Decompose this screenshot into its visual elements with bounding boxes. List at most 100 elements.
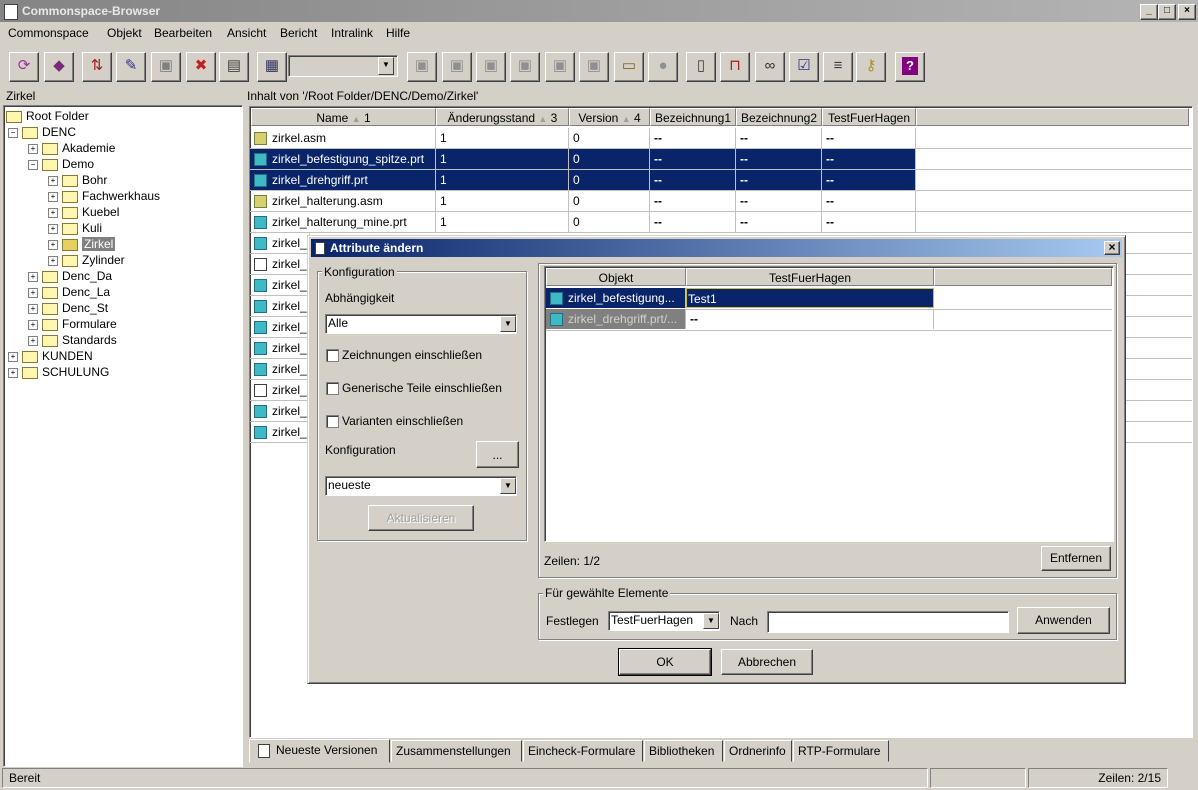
tree-node-demo[interactable]: − Demo	[28, 156, 94, 172]
table-row[interactable]: zirkel.asm 1 0 -- -- --	[250, 128, 1192, 149]
entfernen-button[interactable]: Entfernen	[1041, 546, 1111, 571]
checklist-icon[interactable]: ☑	[789, 52, 819, 82]
zeichnungen-checkbox[interactable]	[326, 349, 339, 362]
value-cell-editing[interactable]: Test1	[686, 288, 934, 308]
tree-node-standards[interactable]: + Standards	[28, 332, 117, 348]
tree-node-formulare[interactable]: + Formulare	[28, 316, 117, 332]
tree-node-kuebel[interactable]: + Kuebel	[48, 204, 119, 220]
tree-node-zylinder[interactable]: + Zylinder	[48, 252, 125, 268]
delete-icon[interactable]: ✖	[186, 52, 216, 82]
abhaengigkeit-select[interactable]: Alle	[325, 314, 517, 334]
binoculars-icon[interactable]: ∞	[755, 52, 785, 82]
close-button[interactable]: ×	[1178, 4, 1196, 20]
expand-icon[interactable]: +	[28, 335, 38, 346]
tree-node-zirkel[interactable]: + Zirkel	[48, 236, 116, 252]
collapse-icon[interactable]: −	[8, 127, 18, 138]
col-header-aenderungsstand[interactable]: Änderungsstand ▲ 3	[436, 108, 569, 126]
col-header-objekt[interactable]: Objekt	[546, 268, 686, 286]
col-header-bezeichnung2[interactable]: Bezeichnung2	[736, 108, 822, 126]
document-icon[interactable]: ▯	[686, 52, 716, 82]
tree-node-denc[interactable]: − DENC	[8, 124, 76, 140]
properties-icon[interactable]: ▤	[219, 52, 249, 82]
col-header-testfuerhagen[interactable]: TestFuerHagen	[822, 108, 916, 126]
minimize-button[interactable]: _	[1140, 4, 1158, 20]
tree-node-bohr[interactable]: + Bohr	[48, 172, 107, 188]
tab-neueste-versionen[interactable]: Neueste Versionen	[249, 739, 390, 763]
expand-icon[interactable]: +	[8, 351, 18, 362]
generische-teile-checkbox[interactable]	[326, 382, 339, 395]
expand-icon[interactable]: +	[48, 207, 58, 218]
expand-icon[interactable]: +	[28, 319, 38, 330]
table-row[interactable]: zirkel_halterung.asm 1 0 -- -- --	[250, 191, 1192, 212]
ok-button[interactable]: OK	[618, 648, 712, 676]
expand-icon[interactable]: +	[28, 287, 38, 298]
expand-icon[interactable]: +	[28, 143, 38, 154]
expand-icon[interactable]: +	[48, 175, 58, 186]
konfiguration-browse-button[interactable]: ...	[476, 441, 519, 468]
list-icon[interactable]: ≡	[823, 52, 853, 82]
edit-icon[interactable]: ✎	[116, 52, 146, 82]
nach-input[interactable]	[767, 611, 1009, 633]
sort-asc-icon: ▲	[351, 114, 361, 124]
tab-bibliotheken[interactable]: Bibliotheken	[644, 740, 723, 762]
collapse-icon[interactable]: −	[28, 159, 38, 170]
tree-node-kunden[interactable]: + KUNDEN	[8, 348, 93, 364]
col-header-bezeichnung1[interactable]: Bezeichnung1	[650, 108, 736, 126]
chevron-down-icon[interactable]: ▼	[500, 478, 516, 494]
tree-node-schulung[interactable]: + SCHULUNG	[8, 364, 109, 380]
folder-window-icon[interactable]: ▭	[614, 52, 644, 82]
maximize-button[interactable]: □	[1158, 4, 1176, 20]
expand-icon[interactable]: +	[8, 367, 18, 378]
chair-icon[interactable]: ⊓	[720, 52, 750, 82]
dialog-close-button[interactable]: ×	[1104, 241, 1120, 255]
expand-icon[interactable]: +	[28, 303, 38, 314]
tab-zusammenstellungen[interactable]: Zusammenstellungen	[391, 740, 522, 762]
col-header-testfuerhagen[interactable]: TestFuerHagen	[686, 268, 934, 286]
tab-ordnerinfo[interactable]: Ordnerinfo	[724, 740, 792, 762]
tree-node-denc-st[interactable]: + Denc_St	[28, 300, 108, 316]
anwenden-button[interactable]: Anwenden	[1017, 607, 1110, 634]
tree-node-akademie[interactable]: + Akademie	[28, 140, 115, 156]
part-icon	[254, 237, 267, 251]
table-row[interactable]: zirkel_befestigung_spitze.prt 1 0 -- -- …	[250, 149, 1192, 170]
tab-rtp-formulare[interactable]: RTP-Formulare	[793, 740, 889, 762]
key-icon[interactable]: ⚷	[856, 52, 886, 82]
col-header-name[interactable]: Name ▲ 1	[251, 108, 436, 126]
aktualisieren-button[interactable]: Aktualisieren	[368, 505, 474, 531]
table-icon[interactable]: ▦	[257, 52, 287, 82]
konfiguration-select[interactable]: neueste	[325, 476, 517, 496]
book-icon[interactable]: ◆	[44, 52, 74, 82]
table-row[interactable]: zirkel_befestigung... Test1	[546, 288, 1112, 310]
menu-hilfe[interactable]: Hilfe	[386, 26, 410, 40]
tree-node-fachwerkhaus[interactable]: + Fachwerkhaus	[48, 188, 160, 204]
menu-commonspace[interactable]: Commonspace	[8, 26, 89, 40]
copy-icon[interactable]: ▣	[151, 52, 181, 82]
expand-icon[interactable]: +	[48, 239, 58, 250]
menu-bericht[interactable]: Bericht	[280, 26, 317, 40]
help-icon[interactable]: ?	[895, 52, 925, 82]
table-row[interactable]: zirkel_drehgriff.prt 1 0 -- -- --	[250, 170, 1192, 191]
col-header-version[interactable]: Version ▲ 4	[569, 108, 650, 126]
chevron-down-icon[interactable]: ▼	[500, 316, 516, 332]
tree-node-kuli[interactable]: + Kuli	[48, 220, 102, 236]
tree-node-root[interactable]: Root Folder	[6, 108, 89, 124]
tab-eincheck-formulare[interactable]: Eincheck-Formulare	[523, 740, 643, 762]
menu-intralink[interactable]: Intralink	[331, 26, 373, 40]
menu-ansicht[interactable]: Ansicht	[227, 26, 266, 40]
expand-icon[interactable]: +	[48, 255, 58, 266]
table-row[interactable]: zirkel_halterung_mine.prt 1 0 -- -- --	[250, 212, 1192, 233]
menu-objekt[interactable]: Objekt	[107, 26, 142, 40]
table-row[interactable]: zirkel_drehgriff.prt/... --	[546, 309, 1112, 331]
abbrechen-button[interactable]: Abbrechen	[721, 649, 813, 675]
varianten-checkbox[interactable]	[326, 415, 339, 428]
menu-bearbeiten[interactable]: Bearbeiten	[154, 26, 212, 40]
toolbar-combo[interactable]: ▼	[288, 55, 398, 77]
expand-icon[interactable]: +	[48, 191, 58, 202]
expand-icon[interactable]: +	[28, 271, 38, 282]
refresh-icon[interactable]: ⟳	[9, 52, 39, 82]
expand-icon[interactable]: +	[48, 223, 58, 234]
tree-node-denc-la[interactable]: + Denc_La	[28, 284, 110, 300]
tree-node-denc-da[interactable]: + Denc_Da	[28, 268, 112, 284]
chevron-down-icon[interactable]: ▼	[703, 613, 719, 629]
checkout-icon[interactable]: ⇅	[82, 52, 112, 82]
